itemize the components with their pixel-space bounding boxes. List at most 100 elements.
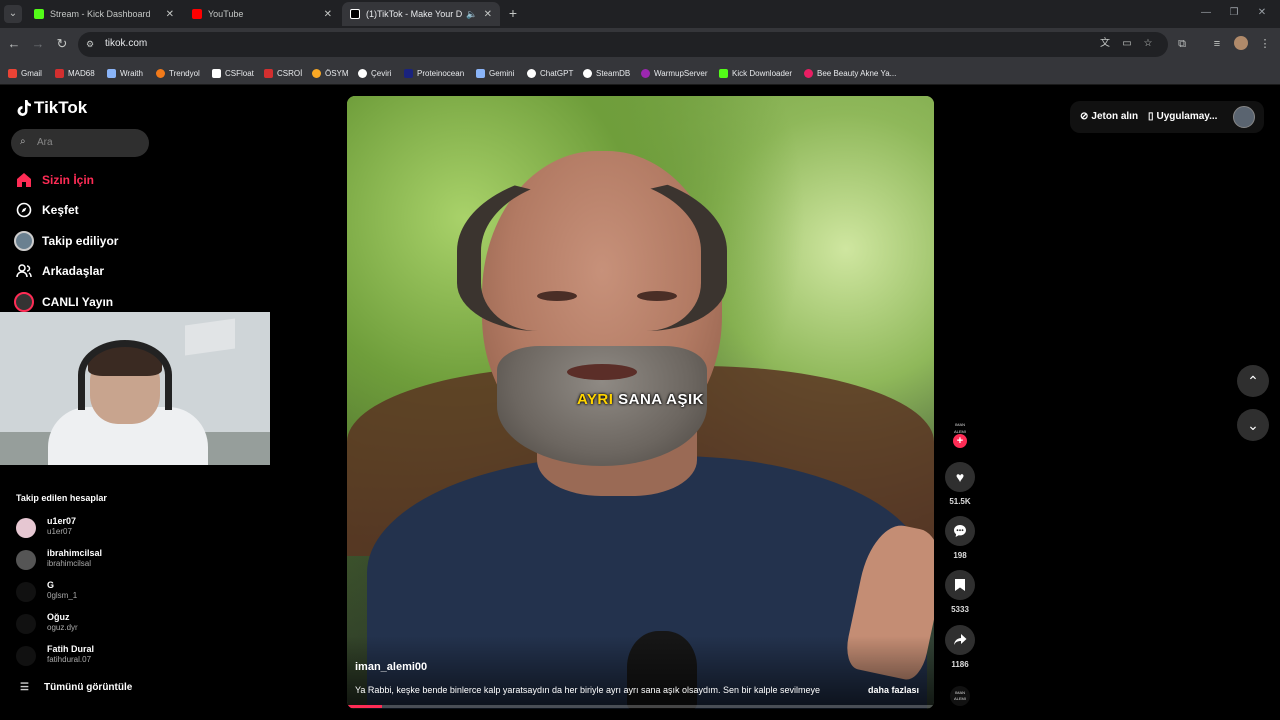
- tab-title: (1)TikTok - Make Your Day: [366, 9, 463, 19]
- tiktok-logo[interactable]: TikTok: [16, 98, 87, 118]
- nav-friends[interactable]: Arkadaşlar: [14, 260, 104, 282]
- bookmark-kick-downloader[interactable]: Kick Downloader: [719, 66, 792, 80]
- bookmark-proteinocean[interactable]: Proteinocean: [404, 66, 464, 80]
- music-disc-icon[interactable]: IMAN ALEMI: [950, 686, 970, 706]
- translate-bookmark-icon: [358, 68, 367, 78]
- bookmark-star-icon[interactable]: ☆: [1142, 38, 1154, 50]
- tab-youtube[interactable]: YouTube ✕: [184, 2, 340, 26]
- video-description: Ya Rabbi, keşke bende binlerce kalp yara…: [355, 685, 821, 695]
- more-button[interactable]: daha fazlası: [868, 685, 919, 695]
- translate-icon[interactable]: 文: [1099, 38, 1111, 50]
- bookmark-trendyol[interactable]: Trendyol: [156, 66, 200, 80]
- steamdb-icon: [583, 68, 592, 78]
- bookmark-ceviri[interactable]: Çeviri: [358, 66, 391, 80]
- top-right-actions: ⊘ Jeton alın ▯ Uygulamay...: [1070, 101, 1264, 133]
- tab-kick-dashboard[interactable]: Stream - Kick Dashboard ✕: [26, 2, 182, 26]
- search-icon: ⌕: [20, 136, 26, 147]
- nav-label: Takip ediliyor: [42, 234, 119, 248]
- video-bottom-gradient: [347, 636, 934, 709]
- video-author[interactable]: iman_alemi00: [355, 661, 427, 673]
- see-all-following-button[interactable]: ☰ Tümünü görüntüle: [20, 682, 132, 693]
- bookmark-wraith[interactable]: Wraith: [107, 66, 143, 80]
- trendyol-icon: [156, 68, 165, 78]
- nav-for-you[interactable]: Sizin İçin: [14, 169, 94, 191]
- account-handle: u1er07: [47, 527, 72, 536]
- media-control-icon[interactable]: ≡: [1210, 37, 1224, 51]
- get-app-button[interactable]: ▯ Uygulamay...: [1148, 111, 1217, 122]
- close-tab-icon[interactable]: ✕: [166, 9, 174, 20]
- site-info-icon[interactable]: ⚙: [86, 38, 98, 50]
- bookmark-csfloat[interactable]: CSFloat: [212, 66, 254, 80]
- bookmark-label: WarmupServer: [654, 68, 708, 78]
- like-action[interactable]: ♥ 51.5K: [944, 462, 976, 506]
- comment-icon[interactable]: [945, 516, 975, 546]
- nav-following[interactable]: Takip ediliyor: [14, 230, 118, 252]
- account-name: u1er07: [47, 516, 77, 526]
- back-button[interactable]: ←: [6, 36, 22, 52]
- share-count: 1186: [951, 660, 969, 669]
- close-window-button[interactable]: ✕: [1252, 5, 1272, 21]
- follow-button[interactable]: +: [953, 434, 967, 448]
- home-icon: [14, 170, 34, 190]
- forward-button[interactable]: →: [30, 36, 46, 52]
- account-handle: oguz.dyr: [47, 623, 78, 632]
- avatar: [16, 550, 36, 570]
- headset-icon: [78, 340, 172, 410]
- bookmark-bee-beauty[interactable]: Bee Beauty Akne Ya...: [804, 66, 896, 80]
- bookmark-steamdb[interactable]: SteamDB: [583, 66, 630, 80]
- following-accounts-heading: Takip edilen hesaplar: [16, 493, 107, 503]
- bookmark-chatgpt[interactable]: ChatGPT: [527, 66, 573, 80]
- new-tab-button[interactable]: +: [505, 5, 521, 21]
- proteinocean-icon: [404, 68, 413, 78]
- search-input[interactable]: ⌕ Ara: [11, 129, 149, 157]
- bookmark-csroi[interactable]: CSROİ: [264, 66, 302, 80]
- address-bar[interactable]: ⚙ tikok.com 文 ▭ ☆: [78, 32, 1168, 57]
- get-coins-button[interactable]: ⊘ Jeton alın: [1080, 111, 1138, 122]
- minimize-button[interactable]: —: [1196, 5, 1216, 21]
- save-action[interactable]: 5333: [944, 570, 976, 614]
- bookmark-label: MAD68: [68, 68, 95, 78]
- close-tab-icon[interactable]: ✕: [324, 9, 332, 20]
- nav-explore[interactable]: Keşfet: [14, 199, 79, 221]
- bookmark-gmail[interactable]: Gmail: [8, 66, 42, 80]
- reload-button[interactable]: ↻: [54, 36, 70, 52]
- cast-icon[interactable]: ▭: [1121, 38, 1133, 50]
- chrome-menu-icon[interactable]: ⋮: [1258, 37, 1272, 51]
- tab-search-button[interactable]: ⌄: [4, 5, 22, 23]
- comment-count: 198: [953, 551, 967, 560]
- user-avatar[interactable]: [1233, 106, 1255, 128]
- following-icon: [14, 231, 34, 251]
- bookmark-mad68[interactable]: MAD68: [55, 66, 95, 80]
- previous-video-button[interactable]: ⌃: [1237, 365, 1269, 397]
- heart-icon[interactable]: ♥: [945, 462, 975, 492]
- coin-icon: ⊘: [1080, 111, 1089, 122]
- restore-button[interactable]: ❐: [1224, 5, 1244, 21]
- nav-label: Sizin İçin: [42, 173, 95, 187]
- bookmark-label: Çeviri: [371, 68, 392, 78]
- extensions-icon[interactable]: ⧉: [1175, 37, 1189, 51]
- tab-title: YouTube: [208, 9, 244, 19]
- csfloat-icon: [212, 68, 221, 78]
- phone-icon: ▯: [1148, 111, 1154, 122]
- share-icon[interactable]: [945, 625, 975, 655]
- bookmark-warmupserver[interactable]: WarmupServer: [641, 66, 708, 80]
- video-progress-bar[interactable]: [347, 705, 934, 708]
- search-placeholder: Ara: [37, 137, 53, 148]
- comment-action[interactable]: 198: [944, 516, 976, 560]
- bookmark-gemini[interactable]: Gemini: [476, 66, 514, 80]
- share-action[interactable]: 1186: [944, 625, 976, 669]
- bookmark-icon[interactable]: [945, 570, 975, 600]
- warmupserver-icon: [641, 68, 650, 78]
- save-count: 5333: [951, 605, 969, 614]
- video-player[interactable]: AYRI SANA AŞIK iman_alemi00 Ya Rabbi, ke…: [347, 96, 934, 709]
- close-tab-icon[interactable]: ✕: [484, 9, 492, 20]
- next-video-button[interactable]: ⌄: [1237, 409, 1269, 441]
- osym-icon: [312, 68, 321, 78]
- bookmark-label: Trendyol: [169, 68, 200, 78]
- speaker-icon[interactable]: 🔈: [466, 9, 477, 20]
- tab-tiktok[interactable]: (1)TikTok - Make Your Day 🔈 ✕: [342, 2, 500, 26]
- profile-avatar[interactable]: [1234, 36, 1248, 50]
- screen: ⌄ Stream - Kick Dashboard ✕ YouTube ✕ (1…: [0, 0, 1280, 720]
- nav-live[interactable]: CANLI Yayın: [14, 291, 113, 313]
- bookmark-osym[interactable]: ÖSYM: [312, 66, 349, 80]
